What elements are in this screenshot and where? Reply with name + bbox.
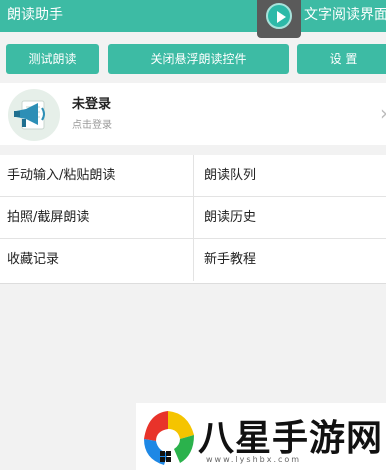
watermark-text: 八星手游网 [198,418,384,459]
test-read-button[interactable]: 测试朗读 [6,44,99,74]
app-title: 朗读助手 [7,7,63,23]
settings-button[interactable]: 设 置 [297,44,386,74]
login-panel[interactable]: 未登录 点击登录 › [0,83,386,145]
watermark-url: www.lyshbx.com [206,455,302,464]
site-watermark: 八星手游网 www.lyshbx.com [136,403,386,470]
avatar [8,89,60,141]
close-floating-control-button[interactable]: 关闭悬浮朗读控件 [108,44,289,74]
menu-item-manual-input[interactable]: 手动输入/粘贴朗读 [0,155,193,197]
play-icon[interactable] [266,3,292,29]
menu-item-favorites[interactable]: 收藏记录 [0,239,193,281]
main-menu: 手动输入/粘贴朗读 朗读队列 拍照/截屏朗读 朗读历史 收藏记录 新手教程 [0,155,386,284]
menu-item-photo-screenshot[interactable]: 拍照/截屏朗读 [0,197,193,239]
menu-item-read-history[interactable]: 朗读历史 [193,197,386,239]
menu-item-read-queue[interactable]: 朗读队列 [193,155,386,197]
watermark-logo-icon [144,411,194,465]
app-header: 朗读助手 文字阅读界面 [0,0,386,32]
floating-player[interactable] [257,0,301,38]
menu-item-tutorial[interactable]: 新手教程 [193,239,386,281]
username: 未登录 [72,97,112,112]
chevron-right-icon: › [380,101,386,125]
login-hint: 点击登录 [72,120,112,131]
text-reading-view-link[interactable]: 文字阅读界面 [304,4,386,24]
megaphone-icon [14,100,45,130]
